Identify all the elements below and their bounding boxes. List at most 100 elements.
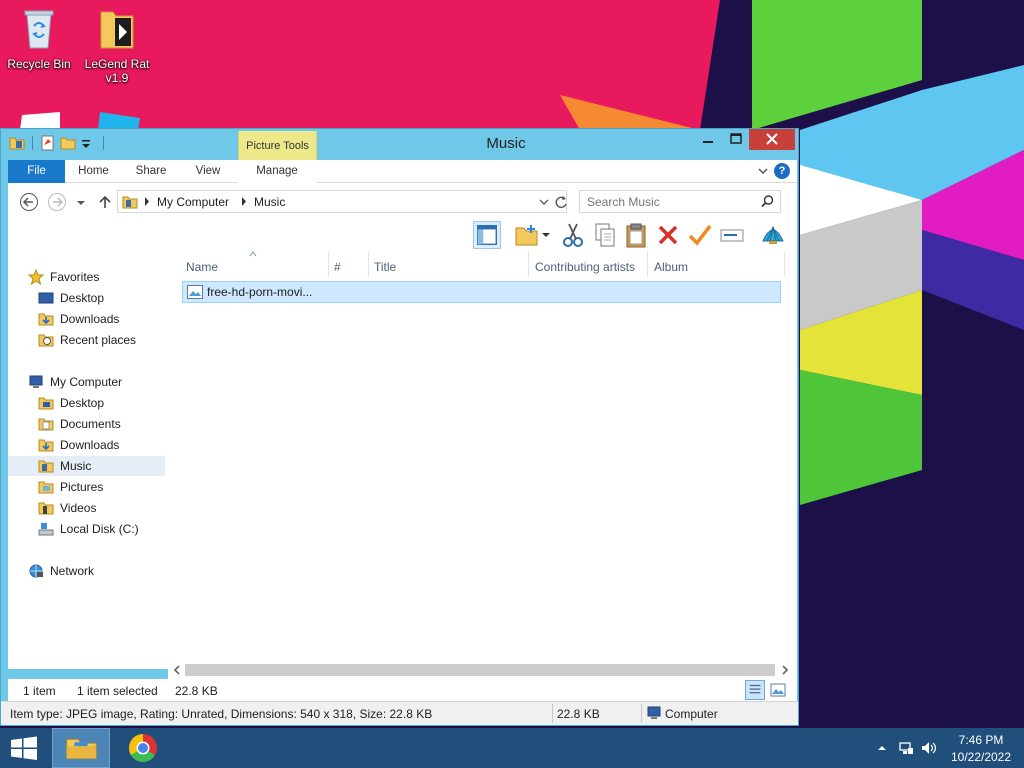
nav-my-computer[interactable]: My Computer: [8, 372, 165, 392]
refresh-icon[interactable]: [554, 194, 568, 210]
nav-label: Desktop: [60, 291, 105, 305]
scroll-left-arrow-icon[interactable]: [173, 665, 181, 675]
nav-favorites-desktop[interactable]: Desktop: [8, 288, 165, 308]
forward-button[interactable]: [47, 192, 67, 212]
expand-ribbon-chevron-icon[interactable]: [756, 164, 770, 178]
copy-icon[interactable]: [591, 221, 619, 249]
close-button[interactable]: [749, 129, 795, 150]
new-folder-icon[interactable]: [513, 221, 541, 249]
nav-computer-videos[interactable]: Videos: [8, 498, 165, 518]
help-icon[interactable]: ?: [774, 163, 790, 179]
nav-computer-music[interactable]: Music: [8, 456, 165, 476]
new-folder-icon[interactable]: [60, 135, 76, 151]
network-tray-icon[interactable]: [898, 740, 914, 756]
column-divider[interactable]: [647, 251, 648, 277]
desktop-icon-label: LeGend Rat v1.9: [84, 57, 150, 85]
nav-computer-downloads[interactable]: Downloads: [8, 435, 165, 455]
tab-share[interactable]: Share: [122, 160, 180, 183]
back-button[interactable]: [19, 192, 39, 212]
nav-network[interactable]: Network: [8, 561, 165, 581]
desktop-icon-legend-rat[interactable]: LeGend Rat v1.9: [79, 6, 155, 85]
column-divider[interactable]: [368, 251, 369, 277]
column-header-name[interactable]: Name: [186, 256, 218, 278]
clock-time[interactable]: 7:46 PM: [948, 733, 1014, 747]
shell-icon[interactable]: [759, 221, 787, 249]
nav-computer-local-disk[interactable]: Local Disk (C:): [8, 519, 165, 539]
network-icon: [29, 564, 43, 578]
chrome-icon: [129, 734, 157, 762]
tab-file[interactable]: File: [8, 160, 65, 183]
address-box[interactable]: My Computer Music: [117, 190, 567, 213]
address-dropdown-icon[interactable]: [538, 196, 550, 208]
column-divider[interactable]: [328, 251, 329, 277]
star-icon: [28, 269, 44, 285]
new-folder-dropdown-icon[interactable]: [539, 221, 553, 249]
show-hidden-icons-icon[interactable]: [874, 740, 890, 756]
cut-icon[interactable]: [559, 221, 587, 249]
column-divider[interactable]: [784, 251, 785, 277]
nav-computer-desktop[interactable]: Desktop: [8, 393, 165, 413]
search-box[interactable]: [579, 190, 781, 213]
file-row[interactable]: free-hd-porn-movi...: [182, 281, 781, 303]
nav-label: Documents: [60, 417, 121, 431]
details-view-icon[interactable]: [745, 680, 765, 700]
column-divider[interactable]: [528, 251, 529, 277]
breadcrumb-music[interactable]: Music: [254, 195, 285, 209]
nav-computer-pictures[interactable]: Pictures: [8, 477, 165, 497]
windows-start-icon[interactable]: [0, 728, 48, 768]
breadcrumb-chevron-icon[interactable]: [240, 197, 248, 206]
up-button[interactable]: [95, 192, 115, 212]
clock-date[interactable]: 10/22/2022: [948, 750, 1014, 764]
taskbar-file-explorer[interactable]: [52, 728, 110, 768]
nav-label: My Computer: [50, 375, 123, 389]
column-header-contributing-artists[interactable]: Contributing artists: [535, 256, 635, 278]
nav-favorites-downloads[interactable]: Downloads: [8, 309, 165, 329]
tab-view[interactable]: View: [180, 160, 236, 183]
properties-icon[interactable]: [40, 135, 56, 151]
tab-home[interactable]: Home: [65, 160, 122, 183]
horizontal-scrollbar[interactable]: [168, 661, 797, 679]
info-divider: [641, 704, 642, 723]
scroll-right-arrow-icon[interactable]: [781, 665, 789, 675]
nav-label: Recent places: [60, 333, 137, 347]
breadcrumb-my-computer[interactable]: My Computer: [157, 195, 229, 209]
ribbon-tabs: File Home Share View Manage ?: [8, 160, 797, 183]
taskbar-chrome[interactable]: [116, 728, 170, 768]
scrollbar-thumb[interactable]: [185, 664, 775, 676]
search-input[interactable]: [580, 191, 760, 212]
delete-icon[interactable]: [654, 221, 682, 249]
preview-pane-icon[interactable]: [473, 221, 501, 249]
file-list-pane: Name # Title Contributing artists Album …: [168, 251, 797, 661]
file-explorer-icon: [66, 738, 97, 759]
recent-locations-chevron-icon[interactable]: [75, 192, 87, 212]
desktop-icon-recycle-bin[interactable]: Recycle Bin: [1, 6, 77, 71]
pictures-folder-icon: [38, 481, 54, 494]
volume-icon[interactable]: [921, 740, 937, 756]
navigation-pane: Favorites Desktop Downloads Recent place…: [8, 251, 168, 669]
large-icons-view-icon[interactable]: [768, 680, 788, 700]
customize-qat-icon[interactable]: [80, 135, 96, 151]
quick-access-toolbar: [9, 135, 107, 151]
rename-icon[interactable]: [718, 221, 746, 249]
window-title: Music: [486, 135, 526, 152]
title-bar[interactable]: Picture Tools Music: [1, 129, 798, 187]
nav-computer-documents[interactable]: Documents: [8, 414, 165, 434]
paste-icon[interactable]: [622, 221, 650, 249]
context-tab-label: Picture Tools: [246, 140, 309, 152]
check-icon[interactable]: [686, 221, 714, 249]
nav-favorites-recent-places[interactable]: Recent places: [8, 330, 165, 350]
desktop-icon: [38, 292, 54, 304]
maximize-button[interactable]: [722, 129, 749, 150]
selected-count: 1 item selected: [77, 684, 158, 698]
column-header-title[interactable]: Title: [374, 256, 396, 278]
downloads-folder-icon: [38, 439, 54, 452]
folder-icon[interactable]: [9, 135, 25, 151]
minimize-button[interactable]: [694, 129, 721, 150]
tab-manage[interactable]: Manage: [238, 160, 316, 183]
search-icon[interactable]: [760, 194, 775, 209]
nav-favorites[interactable]: Favorites: [8, 267, 165, 287]
column-header-album[interactable]: Album: [654, 256, 688, 278]
details-info-bar: Item type: JPEG image, Rating: Unrated, …: [1, 701, 798, 725]
breadcrumb-chevron-icon[interactable]: [143, 197, 151, 206]
column-header-number[interactable]: #: [334, 256, 341, 278]
